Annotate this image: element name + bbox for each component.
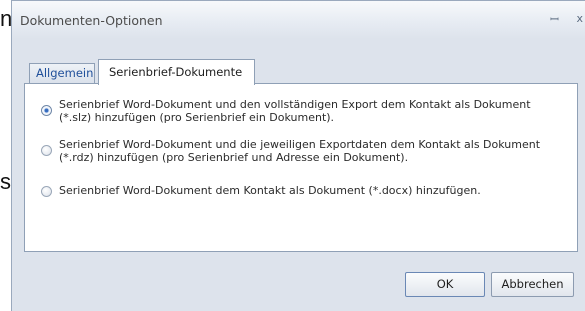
tab-panel: Serienbrief Word-Dokument und den vollst… — [24, 83, 578, 252]
option-label: Serienbrief Word-Dokument und die jeweil… — [59, 138, 541, 164]
background-text-fragment: s — [0, 169, 11, 194]
radio-button[interactable] — [41, 186, 52, 197]
close-icon[interactable]: x — [576, 12, 583, 25]
title-bar[interactable]: Dokumenten-Optionen ꟷ x — [12, 1, 585, 39]
options-dialog: Dokumenten-Optionen ꟷ x Allgemein Serien… — [11, 0, 585, 311]
radio-button[interactable] — [41, 145, 52, 156]
cancel-button[interactable]: Abbrechen — [491, 272, 574, 297]
tab-allgemein[interactable]: Allgemein — [29, 63, 95, 84]
tab-serienbrief-dokumente[interactable]: Serienbrief-Dokumente — [98, 59, 255, 85]
ok-button[interactable]: OK — [405, 272, 485, 297]
pin-icon[interactable]: ꟷ — [550, 12, 559, 27]
radio-button-checked[interactable] — [41, 105, 52, 116]
option-label: Serienbrief Word-Dokument und den vollst… — [59, 98, 531, 124]
dialog-title: Dokumenten-Optionen — [20, 13, 163, 28]
option-label: Serienbrief Word-Dokument dem Kontakt al… — [59, 184, 481, 197]
